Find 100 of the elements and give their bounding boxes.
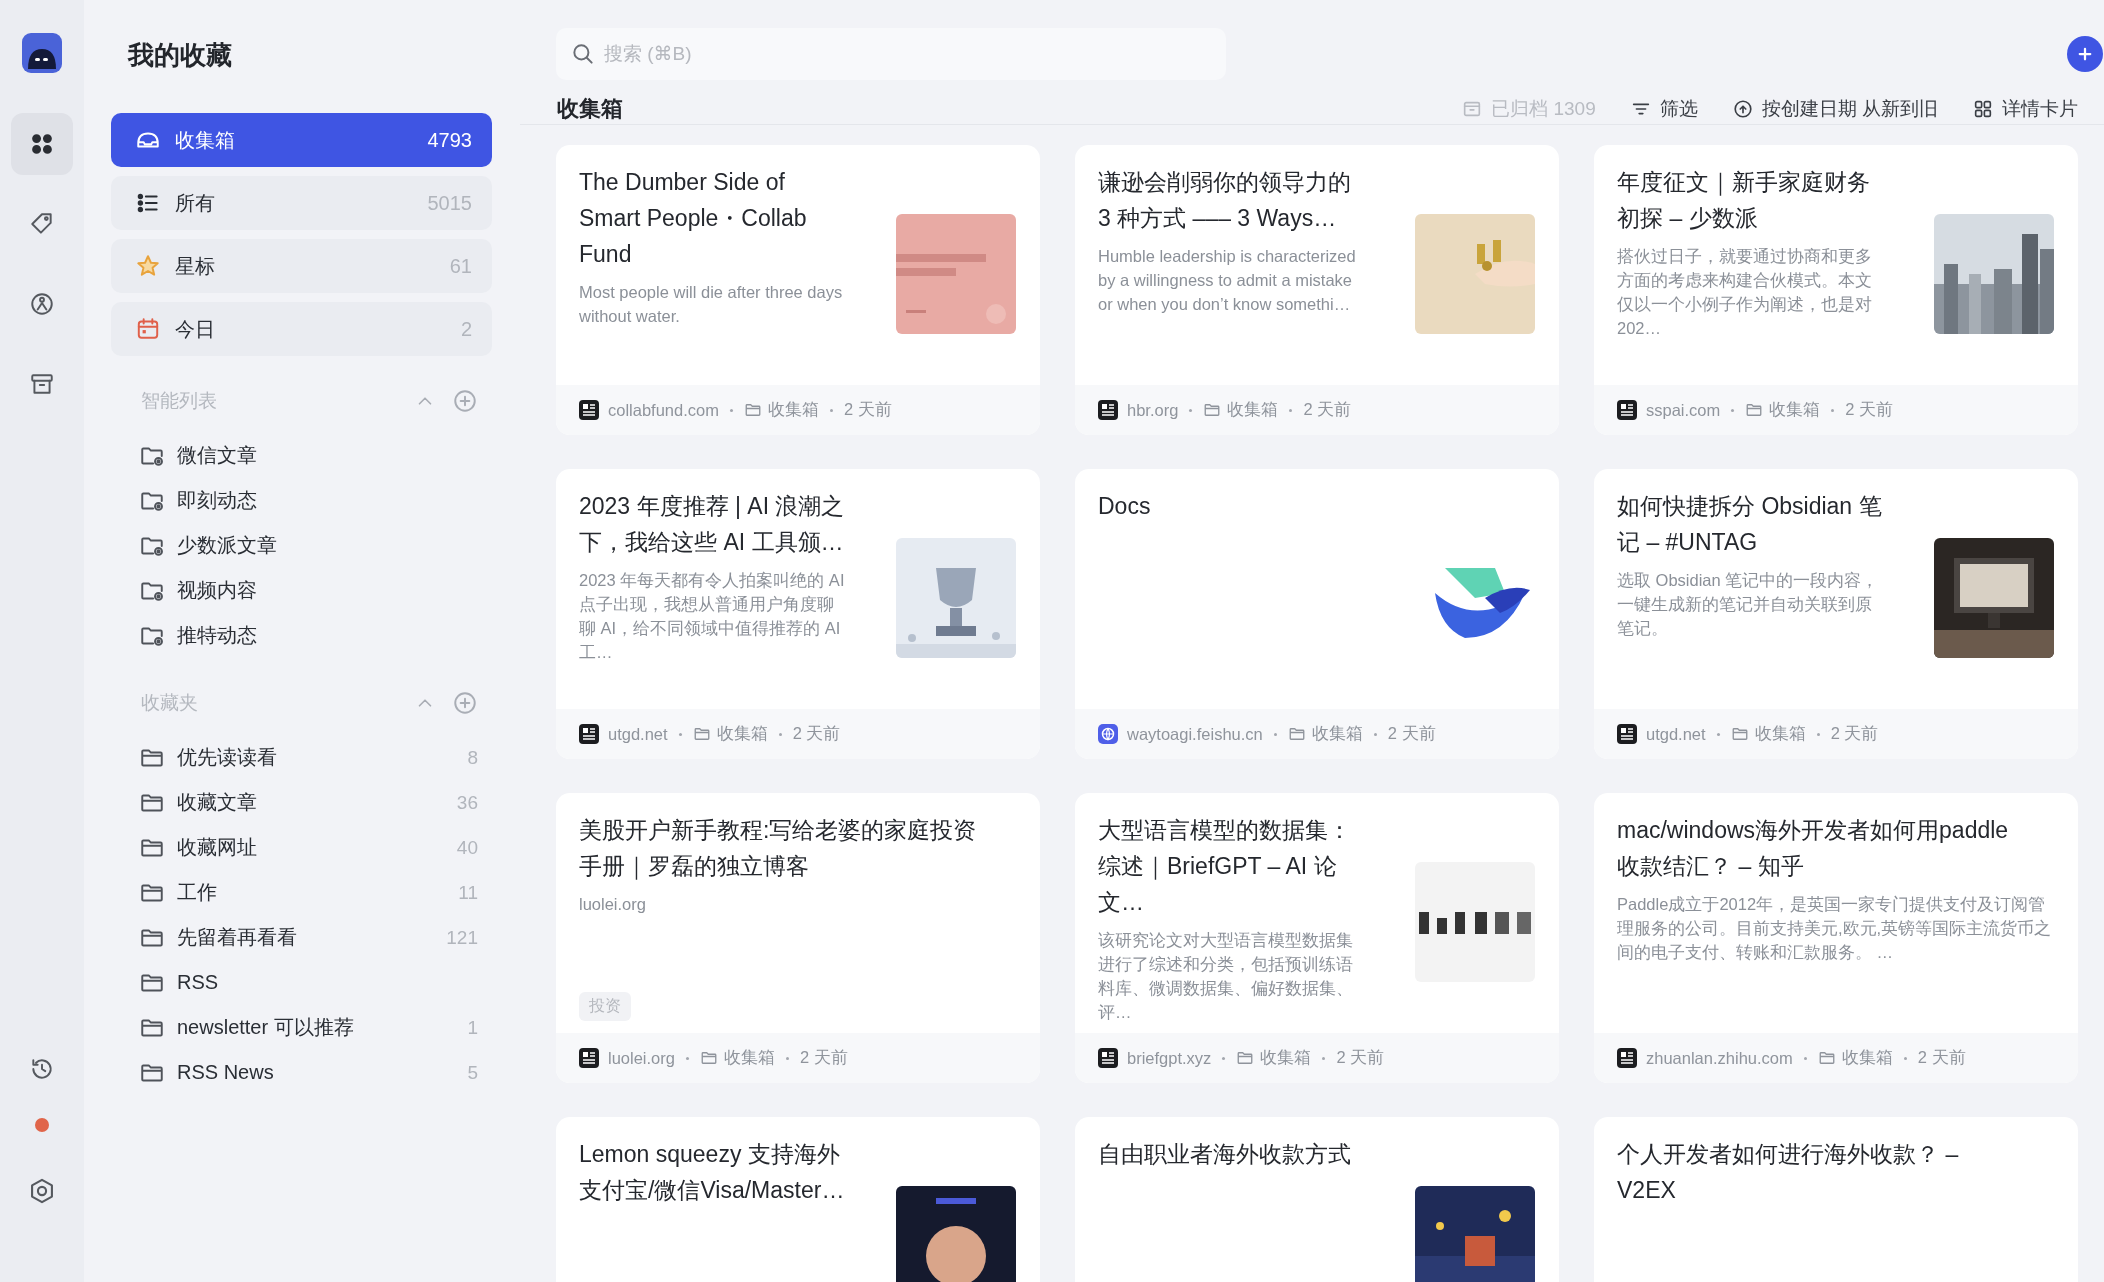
article-card[interactable]: 大型语言模型的数据集：综述｜BriefGPT – AI 论文… 该研究论文对大型语言模型数据集进行了综述和分类，包括预训练语料库、微调数据集、偏好数据集、评… briefgpt.xyz 收集箱 2 天前 bbox=[1075, 793, 1559, 1083]
folder-item[interactable]: 收藏网址 40 bbox=[111, 825, 492, 870]
article-card[interactable]: 如何快捷拆分 Obsidian 笔记 – #UNTAG 选取 Obsidian 笔记中的一段内容，一键生成新的笔记并自动关联到原笔记。 utgd.net 收集箱 2 天前 bbox=[1594, 469, 2078, 759]
saved-time: 2 天前 bbox=[1845, 399, 1894, 420]
folder-icon bbox=[1745, 401, 1764, 419]
card-title: 谦逊会削弱你的领导力的 3 种方式 ––– 3 Ways… bbox=[1098, 168, 1352, 233]
saved-time: 2 天前 bbox=[1336, 1047, 1385, 1068]
folder-icon bbox=[1236, 1049, 1255, 1067]
card-description: 搭伙过日子，就要通过协商和更多方面的考虑来构建合伙模式。本文仅以一个小例子作为阐述，也是对 202… bbox=[1617, 246, 1873, 339]
saved-time: 2 天前 bbox=[1387, 723, 1436, 744]
add-button[interactable] bbox=[2067, 36, 2103, 72]
article-card[interactable]: 个人开发者如何进行海外收款？ – V2EX bbox=[1594, 1117, 2078, 1282]
folder-name: 收集箱 bbox=[1311, 723, 1363, 744]
folder-item[interactable]: RSS News 5 bbox=[111, 1050, 492, 1095]
card-description: 2023 年每天都有令人拍案叫绝的 AI 点子出现，我想从普通用户角度聊聊 AI，给不同领域中值得推荐的 AI 工… bbox=[579, 570, 846, 663]
article-card[interactable]: Docs waytoagi.feishu.cn 收集箱 2 天前 bbox=[1075, 469, 1559, 759]
article-icon bbox=[1617, 400, 1637, 420]
saved-time: 2 天前 bbox=[1303, 399, 1352, 420]
toolbar-button[interactable]: 详情卡片 bbox=[1972, 96, 2078, 122]
nav-item[interactable]: 收集箱 4793 bbox=[111, 113, 492, 167]
folder-item[interactable]: 工作 11 bbox=[111, 870, 492, 915]
smart-list-item[interactable]: 视频内容 bbox=[111, 568, 492, 613]
article-icon bbox=[1617, 724, 1637, 744]
article-icon bbox=[1098, 400, 1118, 420]
folder-item[interactable]: newsletter 可以推荐 1 bbox=[111, 1005, 492, 1050]
card-title: 个人开发者如何进行海外收款？ – V2EX bbox=[1617, 1140, 1960, 1205]
card-title: The Dumber Side of Smart People・Collab Fund bbox=[579, 168, 808, 269]
folder-icon bbox=[1287, 725, 1306, 743]
card-description: luolei.org bbox=[579, 894, 647, 915]
article-icon bbox=[579, 724, 599, 744]
card-title: 美股开户新手教程:写给老婆的家庭投资手册｜罗磊的独立博客 bbox=[579, 816, 978, 882]
folder-item[interactable]: 优先读读看 8 bbox=[111, 735, 492, 780]
card-description: Humble leadership is characterized by a willingness to admit a mistake or when you don’t know somethi… bbox=[1098, 246, 1357, 315]
folder-name: 收集箱 bbox=[716, 723, 768, 744]
toolbar-button[interactable]: 筛选 bbox=[1629, 96, 1698, 122]
nav-item[interactable]: 星标 61 bbox=[111, 239, 492, 293]
smart-list-item[interactable]: 少数派文章 bbox=[111, 523, 492, 568]
smart-list-item[interactable]: 即刻动态 bbox=[111, 478, 492, 523]
saved-time: 2 天前 bbox=[799, 1047, 848, 1068]
search-field[interactable]: 搜索 (⌘B) bbox=[556, 28, 1226, 80]
article-card[interactable]: 2023 年度推荐 | AI 浪潮之下，我给这些 AI 工具颁… 2023 年每天都有令人拍案叫绝的 AI 点子出现，我想从普通用户角度聊聊 AI，给不同领域中值得推荐的 AI 工… utgd.net 收集箱 2 天前 bbox=[556, 469, 1040, 759]
card-title: 如何快捷拆分 Obsidian 笔记 – #UNTAG bbox=[1617, 492, 1883, 557]
article-card[interactable]: mac/windows海外开发者如何用paddle收款结汇？ – 知乎 Paddle成立于2012年，是英国一家专门提供支付及订阅管理服务的公司。目前支持美元,欧元,英镑等国际主流货币之间的电子支付、转账和汇款服务。 … zhuanlan.zhihu.com 收集箱 2 天前 bbox=[1594, 793, 2078, 1083]
card-title: 自由职业者海外收款方式 bbox=[1098, 1140, 1352, 1169]
folder-icon bbox=[1817, 1049, 1836, 1067]
folder-name: 收集箱 bbox=[723, 1047, 775, 1068]
article-card[interactable]: The Dumber Side of Smart People・Collab Fund Most people will die after three days without water. collabfund.com 收集箱 2 天前 bbox=[556, 145, 1040, 435]
article-card[interactable]: Lemon squeezy 支持海外支付宝/微信Visa/Master… bbox=[556, 1117, 1040, 1282]
folder-name: 收集箱 bbox=[1841, 1047, 1893, 1068]
folder-name: 收集箱 bbox=[1769, 399, 1821, 420]
globe-icon bbox=[1098, 724, 1118, 744]
article-card[interactable]: 谦逊会削弱你的领导力的 3 种方式 ––– 3 Ways… Humble leadership is characterized by a willingness to admit a mistake or when you don’t know somethi… hbr.org 收集箱 2 天前 bbox=[1075, 145, 1559, 435]
folder-icon bbox=[744, 401, 762, 419]
grid-icon[interactable] bbox=[11, 113, 73, 175]
card-title: Lemon squeezy 支持海外支付宝/微信Visa/Master… bbox=[579, 1140, 846, 1205]
article-icon bbox=[1617, 1048, 1637, 1068]
folder-name: 收集箱 bbox=[768, 399, 819, 420]
saved-time: 2 天前 bbox=[792, 723, 841, 744]
sort-icon bbox=[1731, 98, 1754, 120]
card-description: Paddle成立于2012年，是英国一家专门提供支付及订阅管理服务的公司。目前支持美元,欧元,英镑等国际主流货币之间的电子支付、转账和汇款服务。 … bbox=[1617, 894, 2053, 963]
folder-name: 收集箱 bbox=[1227, 399, 1279, 420]
saved-time: 2 天前 bbox=[844, 399, 892, 420]
search-icon bbox=[570, 41, 596, 67]
article-card[interactable]: 自由职业者海外收款方式 bbox=[1075, 1117, 1559, 1282]
folder-item[interactable]: RSS bbox=[111, 960, 492, 1005]
folder-item[interactable]: 先留着再看看 121 bbox=[111, 915, 492, 960]
grid-icon bbox=[1972, 98, 1994, 120]
card-description: 该研究论文对大型语言模型数据集进行了综述和分类，包括预训练语料库、微调数据集、偏好数据集、评… bbox=[1098, 930, 1354, 1023]
saved-time: 2 天前 bbox=[1917, 1047, 1966, 1068]
nav-item[interactable]: 今日 2 bbox=[111, 302, 492, 356]
saved-time: 2 天前 bbox=[1830, 723, 1879, 744]
folder-name: 收集箱 bbox=[1754, 723, 1806, 744]
folder-icon bbox=[699, 1049, 718, 1067]
app-logo-icon bbox=[22, 33, 62, 73]
article-icon bbox=[579, 400, 599, 420]
star-icon bbox=[135, 253, 161, 279]
folder-name: 收集箱 bbox=[1260, 1047, 1312, 1068]
card-title: Docs bbox=[1098, 492, 1152, 521]
toolbar-button[interactable]: 按创建日期 从新到旧 bbox=[1731, 96, 1938, 122]
sidebar-title: 我的收藏 bbox=[128, 39, 233, 72]
section-title: 智能列表 bbox=[141, 389, 218, 413]
nav-item[interactable]: 所有 5015 bbox=[111, 176, 492, 230]
folder-icon bbox=[1730, 725, 1749, 743]
calendar-icon bbox=[135, 316, 161, 342]
card-title: 大型语言模型的数据集：综述｜BriefGPT – AI 论文… bbox=[1098, 816, 1352, 917]
smart-list-item[interactable]: 微信文章 bbox=[111, 433, 492, 478]
page-title: 收集箱 bbox=[557, 95, 623, 123]
article-icon bbox=[1098, 1048, 1118, 1068]
card-title: 2023 年度推荐 | AI 浪潮之下，我给这些 AI 工具颁… bbox=[579, 492, 846, 557]
section-title: 收藏夹 bbox=[141, 691, 199, 715]
smart-list-item[interactable]: 推特动态 bbox=[111, 613, 492, 658]
folder-icon bbox=[1203, 401, 1222, 419]
card-description: Most people will die after three days without water. bbox=[579, 282, 844, 327]
card-title: 年度征文｜新手家庭财务初探 – 少数派 bbox=[1617, 168, 1871, 233]
card-title: mac/windows海外开发者如何用paddle收款结汇？ – 知乎 bbox=[1617, 816, 2010, 881]
article-icon bbox=[579, 1048, 599, 1068]
folder-icon bbox=[692, 725, 711, 743]
article-card[interactable]: 年度征文｜新手家庭财务初探 – 少数派 搭伙过日子，就要通过协商和更多方面的考虑来构建合伙模式。本文仅以一个小例子作为阐述，也是对 202… sspai.com 收集箱 2 天前 bbox=[1594, 145, 2078, 435]
plus-icon bbox=[2076, 45, 2094, 63]
folder-item[interactable]: 收藏文章 36 bbox=[111, 780, 492, 825]
